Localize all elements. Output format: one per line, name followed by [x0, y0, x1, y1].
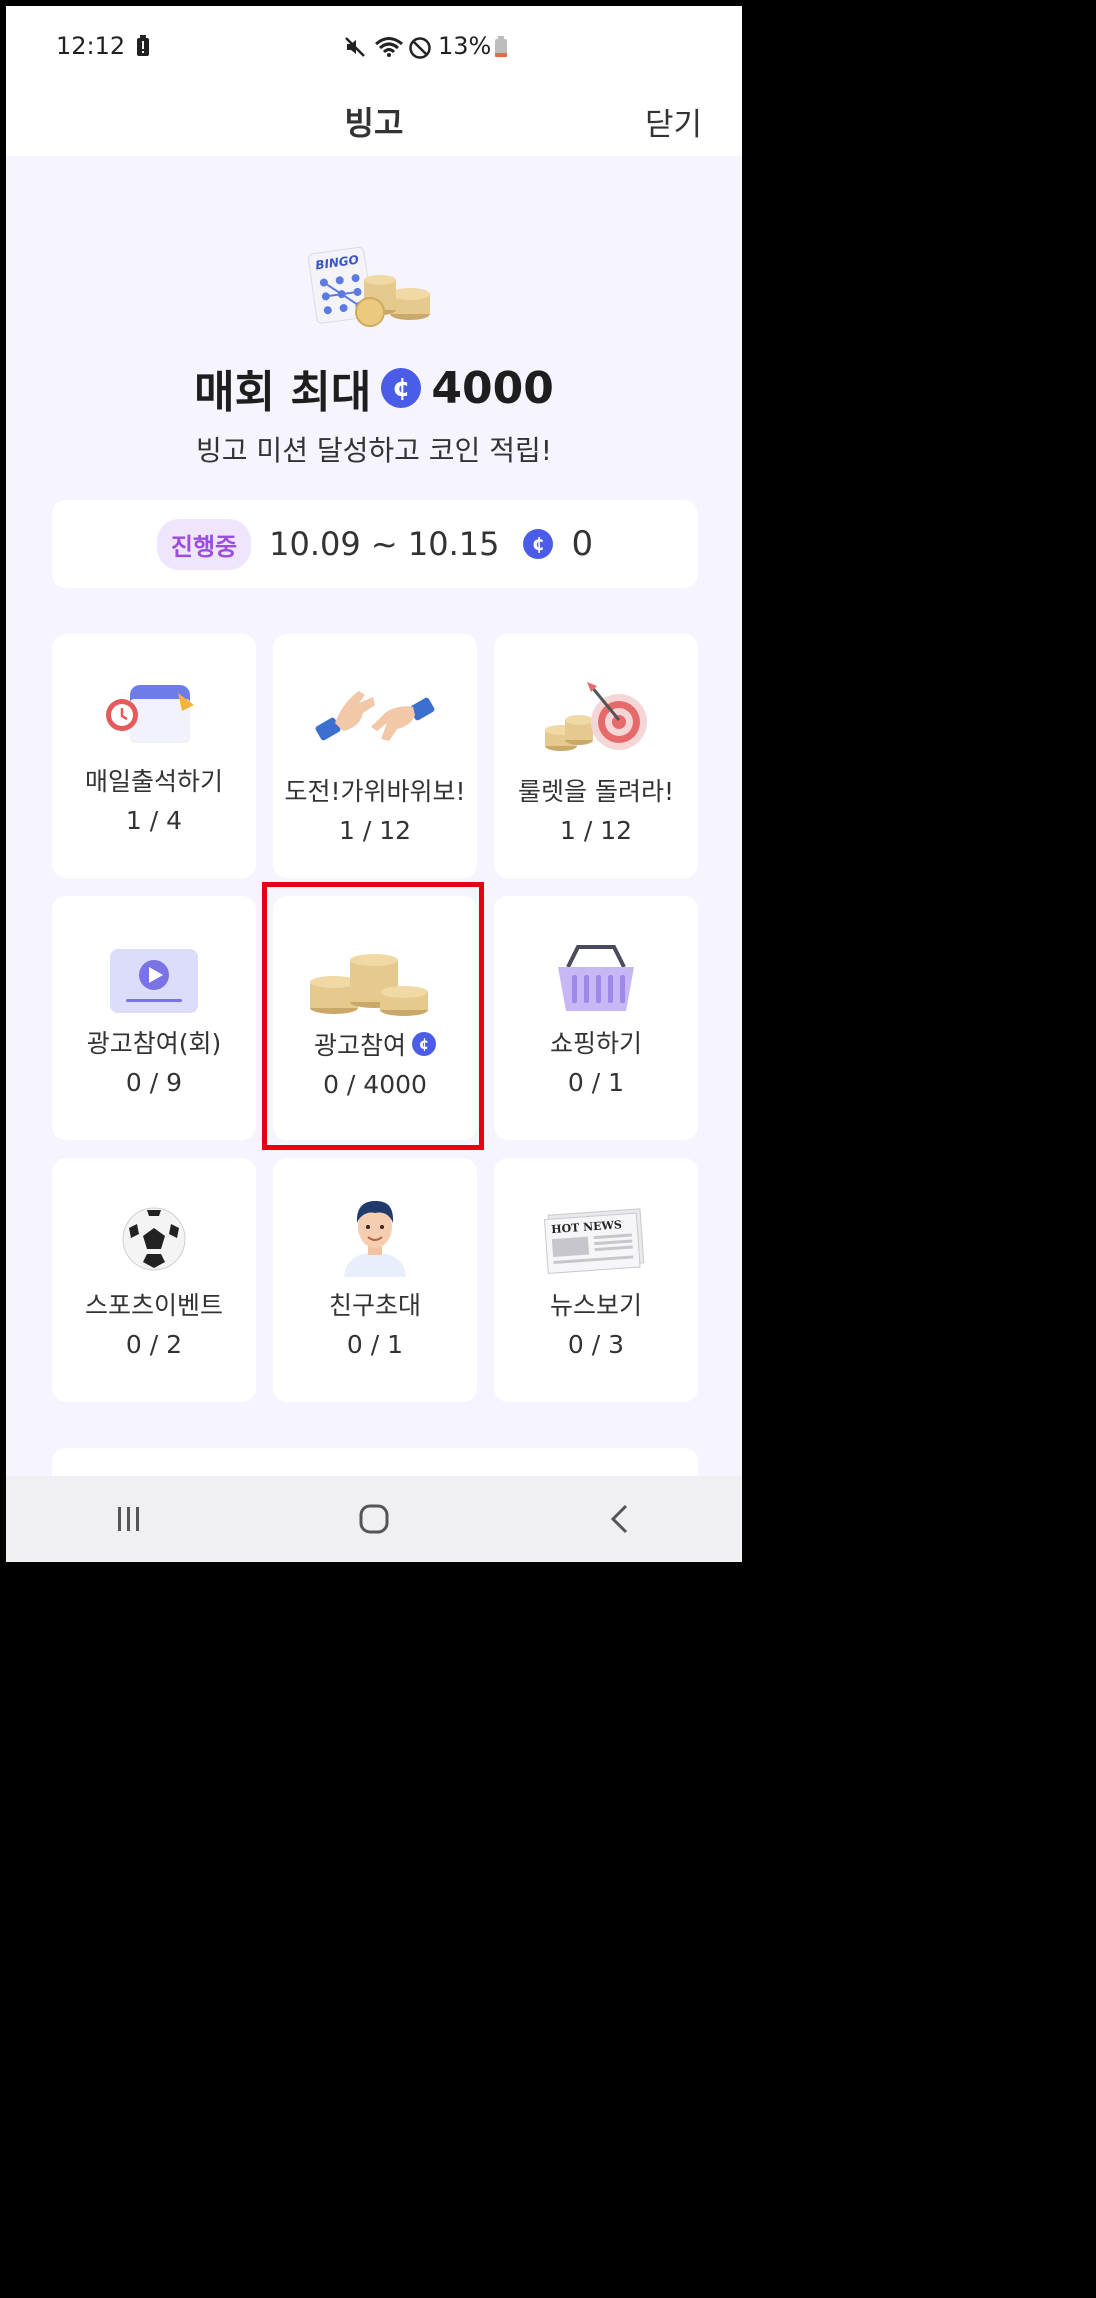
recent-apps-button[interactable] — [79, 1489, 179, 1549]
mission-title: 뉴스보기 — [549, 1291, 642, 1320]
mission-title: 룰렛을 돌려라! — [518, 777, 674, 806]
status-badge: 진행중 — [156, 518, 252, 570]
mission-news[interactable]: HOT NEWS 뉴스보기 0 / 3 — [494, 1158, 698, 1402]
mission-ad-participation-count[interactable]: 광고참여(회) 0 / 9 — [52, 896, 256, 1140]
person-avatar-icon — [344, 1201, 406, 1277]
mission-count: 0 / 3 — [567, 1330, 625, 1359]
mission-count: 1 / 12 — [338, 816, 412, 845]
mission-title: 쇼핑하기 — [549, 1029, 642, 1058]
home-icon — [359, 1504, 389, 1534]
hero-max-reward: 4000 — [431, 362, 554, 414]
mission-count: 0 / 9 — [125, 1068, 183, 1097]
navigation-bar — [6, 1476, 742, 1562]
coin-icon: ¢ — [412, 1032, 436, 1056]
no-sign-icon — [409, 37, 431, 59]
mission-count: 1 / 12 — [559, 816, 633, 845]
shopping-basket-icon — [558, 945, 634, 1011]
home-button[interactable] — [324, 1489, 424, 1549]
period-card: 진행중 10.09 ~ 10.15 ¢ 0 — [52, 500, 698, 588]
newspaper-icon: HOT NEWS — [544, 1208, 645, 1274]
battery-percent: 13% — [438, 32, 492, 60]
mission-title: 스포츠이벤트 — [84, 1291, 223, 1320]
close-button[interactable]: 닫기 — [645, 99, 702, 144]
hero-title-prefix: 매회 최대 — [194, 367, 372, 418]
period-coins: 0 — [571, 524, 594, 564]
mission-title: 도전!가위바위보! — [284, 777, 466, 806]
mission-sports-event[interactable]: 스포츠이벤트 0 / 2 — [52, 1158, 256, 1402]
mission-count: 0 / 1 — [346, 1330, 404, 1359]
bingo-screen: 12:12 13% 빙고 닫기 BINGO 매회 최대 ¢ 4000 빙고 미션… — [6, 6, 742, 1562]
back-icon — [611, 1504, 628, 1534]
coin-stacks-icon — [310, 954, 428, 1016]
hero-subtitle: 빙고 미션 달성하고 코인 적립! — [196, 434, 552, 467]
mission-invite-friend[interactable]: 친구초대 0 / 1 — [273, 1158, 477, 1402]
coin-icon: ¢ — [381, 368, 422, 408]
soccer-ball-icon — [122, 1207, 186, 1271]
battery-alert-icon — [137, 35, 149, 56]
bingo-coins-illustration: BINGO — [307, 246, 430, 327]
mission-title: 매일출석하기 — [84, 767, 223, 796]
mission-shopping[interactable]: 쇼핑하기 0 / 1 — [494, 896, 698, 1140]
mute-icon — [345, 37, 365, 57]
mission-title: 친구초대 — [328, 1291, 421, 1320]
header: 빙고 닫기 — [6, 86, 742, 156]
mission-count: 0 / 4000 — [323, 1070, 427, 1099]
mission-roulette[interactable]: 룰렛을 돌려라! 1 / 12 — [494, 634, 698, 878]
wifi-icon — [375, 37, 403, 57]
period-dates: 10.09 ~ 10.15 — [269, 525, 500, 563]
coin-icon: ¢ — [523, 529, 554, 559]
status-time: 12:12 — [56, 32, 126, 60]
mission-title: 광고참여 ¢ — [273, 1026, 477, 1062]
mission-count: 0 / 2 — [125, 1330, 183, 1359]
mission-count: 1 / 4 — [125, 806, 183, 835]
back-button[interactable] — [569, 1489, 669, 1549]
mission-rock-paper-scissors[interactable]: 도전!가위바위보! 1 / 12 — [273, 634, 477, 878]
status-bar: 12:12 13% — [6, 6, 742, 86]
calendar-alarm-icon — [106, 685, 194, 743]
target-coins-icon — [545, 682, 647, 751]
hero-title: 매회 최대 ¢ 4000 — [6, 356, 742, 420]
battery-icon — [495, 36, 507, 57]
mission-title-text: 광고참여 — [313, 1031, 406, 1060]
mission-daily-attendance[interactable]: 매일출석하기 1 / 4 — [52, 634, 256, 878]
video-play-icon — [110, 949, 198, 1013]
mission-count: 0 / 1 — [567, 1068, 625, 1097]
hands-icon — [315, 691, 435, 741]
recent-apps-icon — [117, 1507, 139, 1531]
mission-ad-participation-coins[interactable]: 광고참여 ¢ 0 / 4000 — [273, 896, 477, 1140]
mission-title: 광고참여(회) — [86, 1029, 222, 1058]
page-title: 빙고 — [344, 104, 404, 142]
